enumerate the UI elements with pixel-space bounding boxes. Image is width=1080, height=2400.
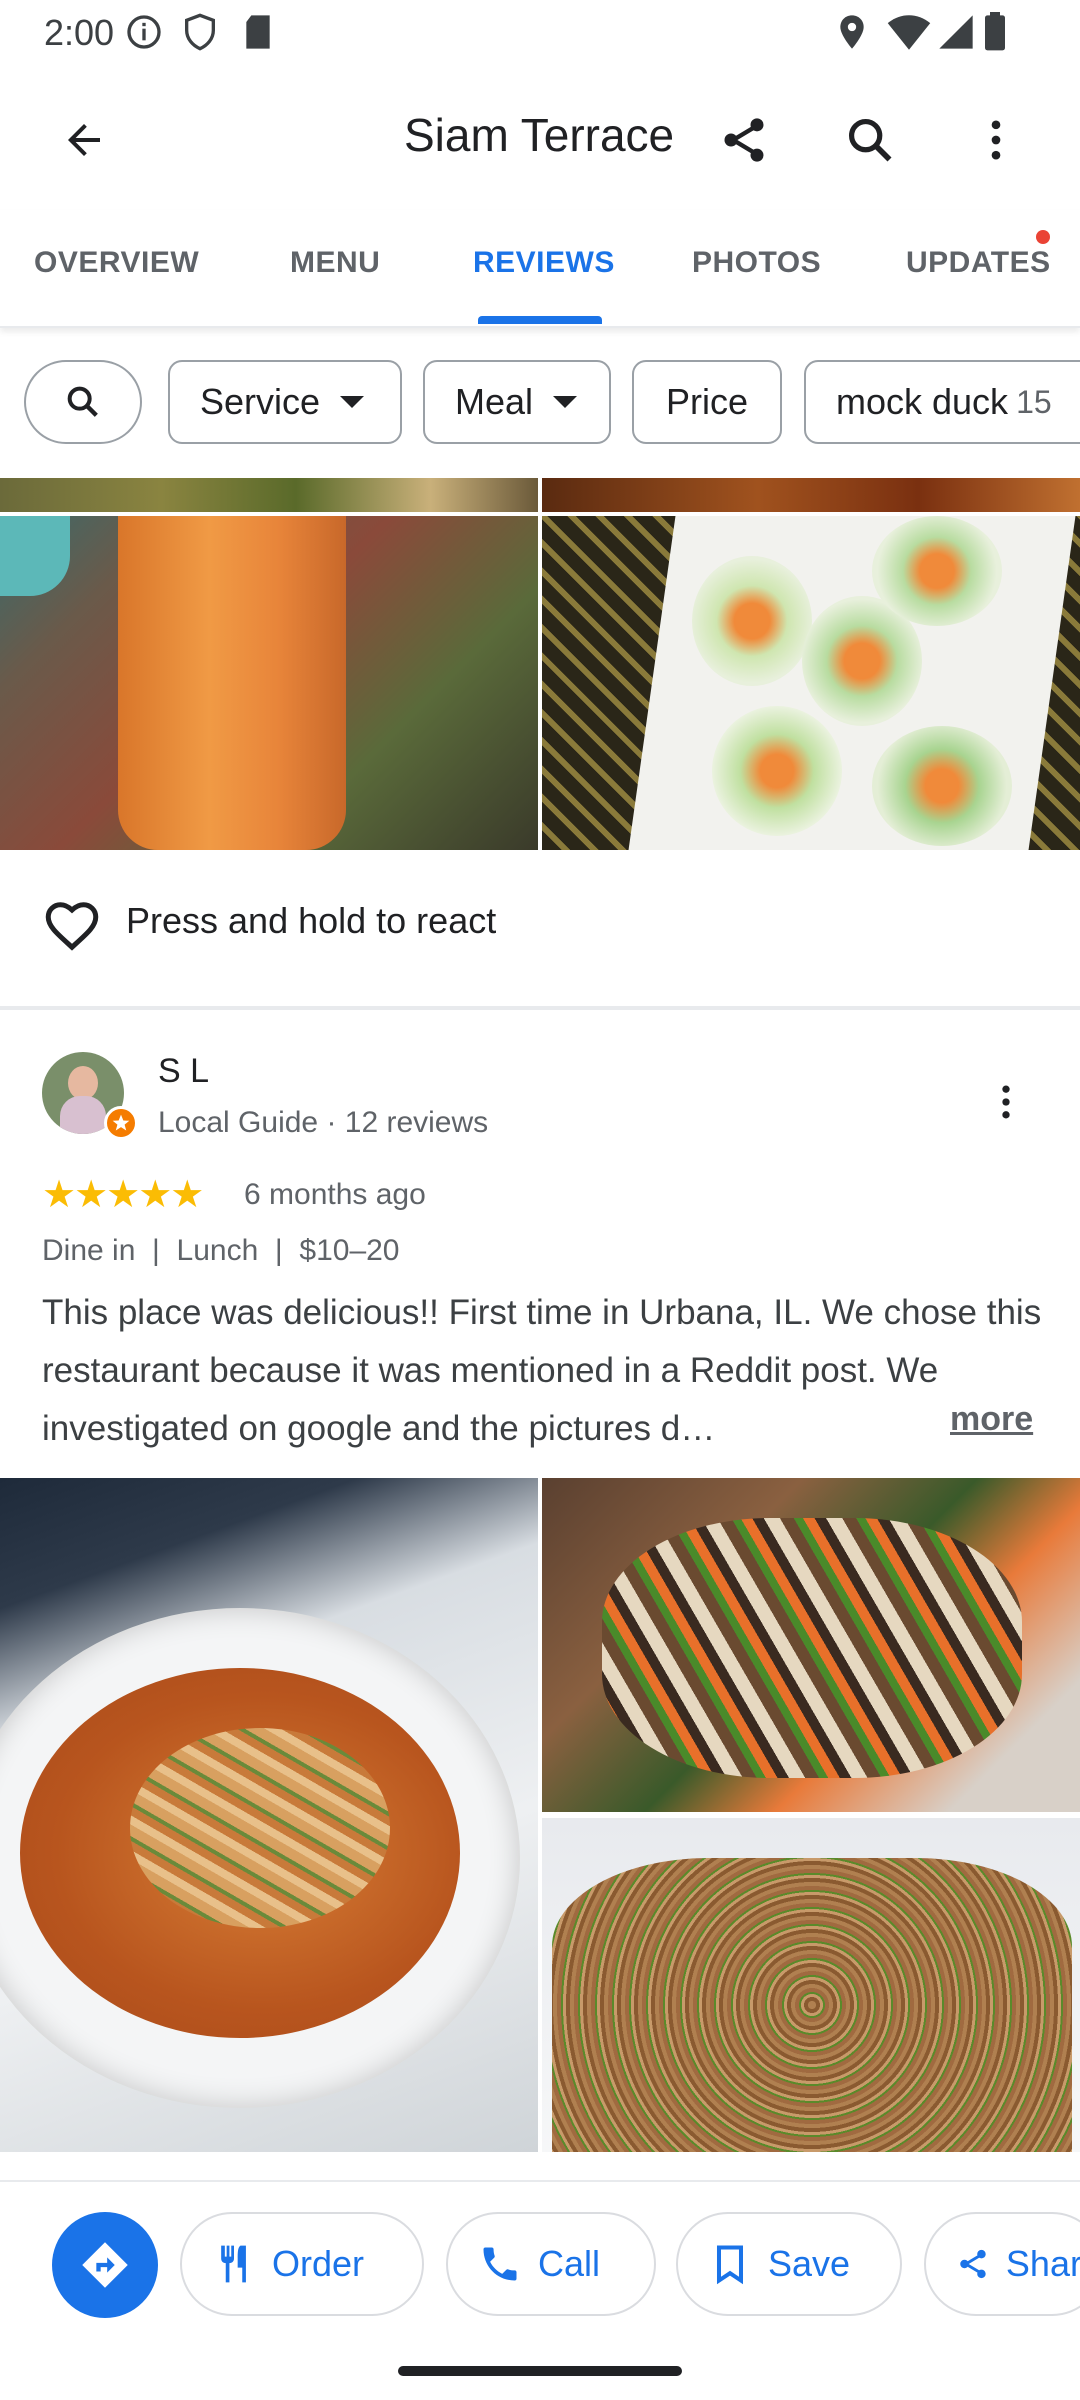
wifi-icon [887,15,931,50]
more-options-button[interactable] [960,104,1032,176]
search-button[interactable] [834,104,906,176]
call-label: Call [538,2243,601,2284]
search-icon [848,118,892,162]
tab-photos[interactable]: PHOTOS [692,246,821,280]
chevron-down-icon [553,396,578,408]
location-icon [840,15,864,49]
tab-updates[interactable]: UPDATES [906,246,1051,280]
search-reviews-chip[interactable] [24,360,142,444]
mock-duck-topic-chip[interactable]: mock duck 15 [804,360,1080,444]
review-meta: Dine in | Lunch | $10–20 [42,1234,400,1267]
updates-notification-dot [1036,230,1050,244]
review-photo[interactable] [0,478,538,512]
tab-overview[interactable]: OVERVIEW [34,246,199,280]
spring-rolls-photo[interactable] [542,516,1080,850]
review-divider [0,1006,1080,1010]
thai-iced-tea-photo[interactable] [0,516,538,850]
price-filter-chip[interactable]: Price [632,360,782,444]
react-label: Press and hold to react [126,900,497,941]
status-time: 2:00 [44,12,115,53]
more-vert-icon [991,120,1001,160]
home-gesture-handle[interactable] [398,2366,682,2376]
page-title: Siam Terrace [404,109,675,161]
review-photo[interactable] [542,478,1080,512]
save-label: Save [768,2243,851,2284]
call-button[interactable]: Call [446,2212,656,2316]
phone-icon [483,2247,517,2281]
info-icon [127,15,161,49]
order-button[interactable]: Order [180,2212,424,2316]
service-filter-label: Service [200,381,321,422]
share-place-button[interactable]: Share [924,2212,1080,2316]
meal-filter-label: Meal [455,381,534,422]
status-bar: 2:00 [0,0,1080,66]
active-tab-indicator [478,316,602,324]
share-button[interactable] [708,104,780,176]
review-text: This place was delicious!! First time in… [42,1293,1042,1448]
tab-reviews[interactable]: REVIEWS [473,246,615,280]
topic-count: 15 [1016,383,1052,420]
restaurant-icon [221,2245,246,2283]
shield-icon [185,13,215,51]
heart-icon [45,902,99,951]
chevron-down-icon [340,396,365,408]
directions-button[interactable] [52,2212,158,2318]
stir-fry-photo[interactable] [542,1478,1080,1812]
star-badge-icon [112,1114,130,1131]
review-filters: Service Meal Price mock duck 15 [0,328,1080,478]
more-vert-icon [1002,1085,1010,1119]
back-button[interactable] [48,104,120,176]
curry-photo[interactable] [0,1478,538,2152]
topic-label: mock duck [836,381,1009,422]
share-icon [960,2249,986,2279]
share-icon [724,118,764,162]
review-author[interactable]: S L [158,1052,209,1091]
review-time: 6 months ago [244,1178,426,1211]
order-label: Order [272,2243,365,2284]
share-label: Share [1005,2243,1080,2284]
tab-bar: OVERVIEW MENU REVIEWS PHOTOS UPDATES [0,210,1080,328]
star-rating: ★★★★★ [42,1174,204,1216]
battery-icon [985,12,1005,51]
app-bar: Siam Terrace [0,66,1080,210]
tab-menu[interactable]: MENU [290,246,380,280]
signal-icon [939,15,973,49]
fried-rice-photo[interactable] [542,1818,1080,2152]
save-button[interactable]: Save [676,2212,902,2316]
price-filter-label: Price [665,381,749,422]
directions-icon [82,2242,128,2288]
bookmark-icon [716,2245,744,2285]
arrow-back-icon [68,124,100,156]
service-filter-chip[interactable]: Service [168,360,402,444]
review-author-subtitle: Local Guide · 12 reviews [158,1106,489,1139]
sd-card-icon [246,15,270,49]
local-guide-badge [104,1106,138,1140]
read-more-link[interactable]: more [950,1400,1033,1439]
review-more-options-button[interactable] [974,1070,1038,1134]
meal-filter-chip[interactable]: Meal [423,360,611,444]
react-row[interactable]: Press and hold to react [0,850,1080,1010]
search-icon [67,386,98,417]
